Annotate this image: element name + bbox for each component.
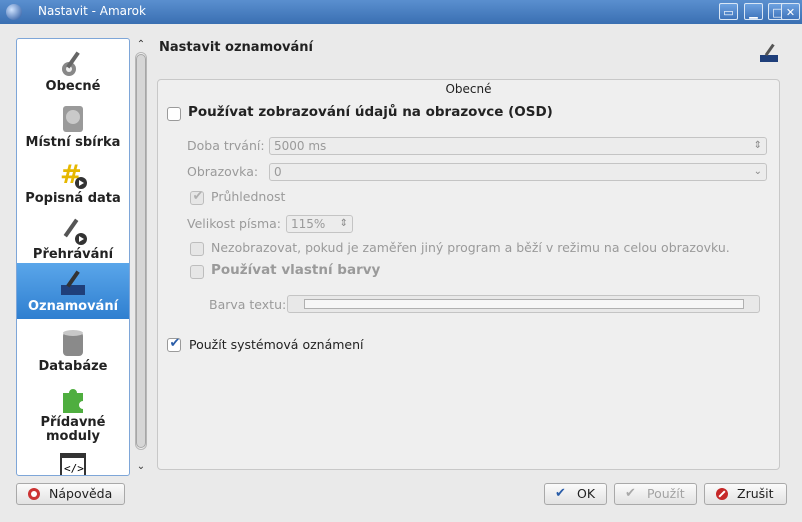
checkmark-icon: ✔ xyxy=(169,336,181,351)
svg-text:</>: </> xyxy=(64,462,84,475)
screen-label: Obrazovka: xyxy=(187,164,259,179)
text-color-label: Barva textu: xyxy=(209,297,287,312)
sidebar-item-metadata[interactable]: # Popisná data xyxy=(17,155,129,211)
system-notify-label: Použít systémová oznámení xyxy=(189,337,364,352)
notification-icon xyxy=(61,270,85,295)
database-icon xyxy=(63,330,83,356)
settings-category-list[interactable]: Obecné Místní sbírka # Popisná data Přeh… xyxy=(16,38,130,476)
window-titlebar[interactable]: Nastavit - Amarok ▭ ▁ □ ✕ xyxy=(0,0,802,24)
duration-label: Doba trvání: xyxy=(187,138,265,153)
window-menu-icon[interactable]: ▭ xyxy=(719,3,738,20)
checkmark-icon: ✔ xyxy=(192,189,204,204)
script-code-icon: </> xyxy=(60,453,86,475)
window-title: Nastavit - Amarok xyxy=(38,4,146,18)
duration-spinbox[interactable]: 5000 ms ⇕ xyxy=(269,137,767,155)
sidebar-item-scripts[interactable]: </> xyxy=(17,449,129,475)
osd-enable-checkbox[interactable] xyxy=(167,107,181,121)
wrench-gear-icon xyxy=(62,51,80,76)
checkmark-icon: ✔ xyxy=(625,486,636,501)
checkmark-icon: ✔ xyxy=(555,486,566,501)
color-swatch xyxy=(304,299,744,309)
amarok-app-icon[interactable] xyxy=(6,4,22,20)
sidebar-item-database[interactable]: Databáze xyxy=(17,323,129,379)
scroll-up-icon[interactable]: ⌃ xyxy=(134,38,148,52)
text-color-button[interactable] xyxy=(287,295,760,313)
sidebar-item-label: Databáze xyxy=(38,359,108,374)
font-size-label: Velikost písma: xyxy=(187,216,282,231)
sidebar-item-general[interactable]: Obecné xyxy=(17,43,129,99)
sidebar-item-label: Přehrávání xyxy=(32,247,114,262)
screen-select[interactable]: 0 ⌄ xyxy=(269,163,767,181)
custom-colors-label: Používat vlastní barvy xyxy=(211,262,381,278)
custom-colors-checkbox[interactable] xyxy=(190,265,204,279)
cancel-button[interactable]: Zrušit xyxy=(704,483,787,505)
groupbox-title: Obecné xyxy=(445,82,492,96)
scroll-down-icon[interactable]: ⌄ xyxy=(134,460,148,474)
transparency-checkbox[interactable]: ✔ xyxy=(190,189,204,205)
apply-button[interactable]: ✔ Použít xyxy=(614,483,697,505)
cancel-icon xyxy=(716,488,728,500)
help-lifebuoy-icon xyxy=(28,488,40,500)
duration-value: 5000 ms xyxy=(274,139,327,153)
sidebar-item-notifications[interactable]: Oznamování xyxy=(17,263,129,319)
spin-arrows-icon: ⇕ xyxy=(339,218,348,229)
close-icon[interactable]: ✕ xyxy=(781,3,800,20)
puzzle-piece-icon xyxy=(63,389,83,413)
sidebar-scrollbar[interactable]: ⌃ ⌄ xyxy=(134,38,148,476)
font-size-value: 115% xyxy=(291,217,326,231)
sidebar-item-plugins[interactable]: Přídavné moduly xyxy=(17,379,129,449)
screen-value: 0 xyxy=(274,165,282,179)
hide-fullscreen-label: Nezobrazovat, pokud je zaměřen jiný prog… xyxy=(211,240,730,255)
sidebar-item-label: Místní sbírka xyxy=(25,135,121,150)
notification-icon xyxy=(760,43,778,62)
metadata-tag-icon: # xyxy=(60,160,87,190)
font-size-spinbox[interactable]: 115% ⇕ xyxy=(286,215,353,233)
sidebar-item-label: Oznamování xyxy=(27,299,119,314)
page-title: Nastavit oznamování xyxy=(159,40,314,55)
transparency-label: Průhlednost xyxy=(211,189,286,204)
minimize-icon[interactable]: ▁ xyxy=(744,3,763,20)
ok-button[interactable]: ✔ OK xyxy=(544,483,607,505)
osd-enable-label: Používat zobrazování údajů na obrazovce … xyxy=(188,104,553,120)
system-notify-checkbox[interactable]: ✔ xyxy=(167,336,181,352)
hard-drive-icon xyxy=(63,106,83,132)
sidebar-item-playback[interactable]: Přehrávání xyxy=(17,211,129,267)
sidebar-item-local-collection[interactable]: Místní sbírka xyxy=(17,99,129,155)
playback-tools-icon xyxy=(63,218,87,245)
spin-arrows-icon: ⇕ xyxy=(753,140,762,151)
help-button[interactable]: Nápověda xyxy=(16,483,125,505)
sidebar-item-label: Popisná data xyxy=(25,191,121,206)
sidebar-item-label: Přídavné moduly xyxy=(40,415,106,444)
sidebar-item-label: Obecné xyxy=(45,79,101,94)
hide-fullscreen-checkbox[interactable] xyxy=(190,242,204,256)
chevron-down-icon: ⌄ xyxy=(753,166,762,177)
scrollbar-thumb[interactable] xyxy=(136,54,146,448)
